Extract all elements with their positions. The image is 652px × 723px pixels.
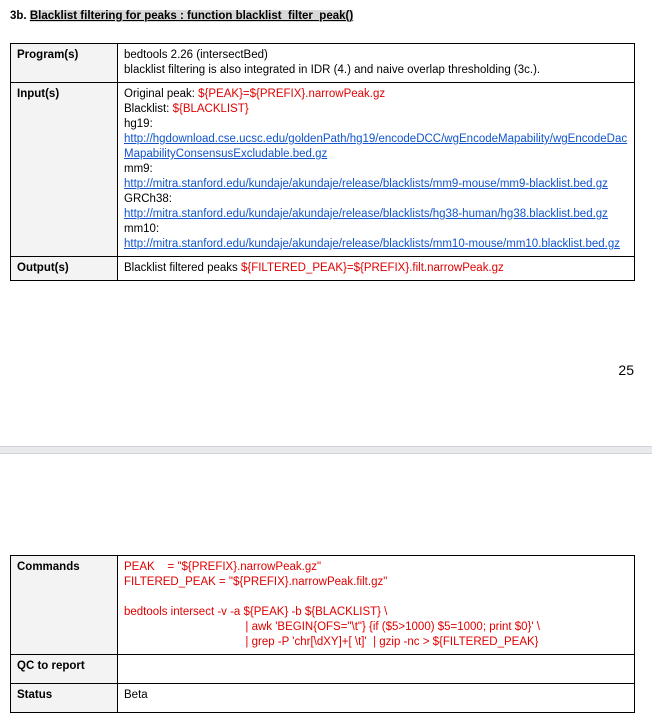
program-line-2: blacklist filtering is also integrated i… xyxy=(124,64,541,76)
table-row-input: Input(s) Original peak: ${PEAK}=${PREFIX… xyxy=(10,82,635,257)
mm9-link[interactable]: http://mitra.stanford.edu/kundaje/akunda… xyxy=(124,178,608,190)
grch38-label: GRCh38: xyxy=(124,193,172,205)
commands-cell: PEAK = "${PREFIX}.narrowPeak.gz" FILTERE… xyxy=(117,555,635,655)
input-label: Input(s) xyxy=(10,82,118,257)
section-title: Blacklist filtering for peaks : function… xyxy=(29,10,354,22)
info-table: Program(s) bedtools 2.26 (intersectBed) … xyxy=(10,43,635,281)
output-label: Output(s) xyxy=(10,256,118,281)
table-row-status: Status Beta xyxy=(10,683,635,713)
commands-text: PEAK = "${PREFIX}.narrowPeak.gz" FILTERE… xyxy=(124,561,541,648)
output-value: ${FILTERED_PEAK}=${PREFIX}.filt.narrowPe… xyxy=(240,262,504,274)
blacklist-label: Blacklist: xyxy=(124,103,173,115)
mm9-label: mm9: xyxy=(124,163,153,175)
hg19-label: hg19: xyxy=(124,118,153,130)
table-row-qc: QC to report xyxy=(10,654,635,684)
program-cell: bedtools 2.26 (intersectBed) blacklist f… xyxy=(117,43,635,83)
hg19-link[interactable]: http://hgdownload.cse.ucsc.edu/goldenPat… xyxy=(124,133,627,160)
blacklist-value: ${BLACKLIST} xyxy=(172,103,249,115)
status-label: Status xyxy=(10,683,118,713)
page-break xyxy=(0,446,652,454)
page-number: 25 xyxy=(618,362,634,378)
commands-table: Commands PEAK = "${PREFIX}.narrowPeak.gz… xyxy=(10,555,635,713)
original-peak-value: ${PEAK}=${PREFIX}.narrowPeak.gz xyxy=(198,88,386,100)
section-number: 3b. xyxy=(10,10,30,22)
status-value: Beta xyxy=(117,683,635,713)
table-row-commands: Commands PEAK = "${PREFIX}.narrowPeak.gz… xyxy=(10,555,635,655)
grch38-link[interactable]: http://mitra.stanford.edu/kundaje/akunda… xyxy=(124,208,608,220)
mm10-link[interactable]: http://mitra.stanford.edu/kundaje/akunda… xyxy=(124,238,620,250)
output-cell: Blacklist filtered peaks ${FILTERED_PEAK… xyxy=(117,256,635,281)
output-text: Blacklist filtered peaks xyxy=(124,262,241,274)
table-row-output: Output(s) Blacklist filtered peaks ${FIL… xyxy=(10,256,635,281)
commands-label: Commands xyxy=(10,555,118,655)
qc-label: QC to report xyxy=(10,654,118,684)
document-page-bottom: Commands PEAK = "${PREFIX}.narrowPeak.gz… xyxy=(0,454,652,723)
qc-value xyxy=(117,654,635,684)
program-label: Program(s) xyxy=(10,43,118,83)
section-heading: 3b. Blacklist filtering for peaks : func… xyxy=(10,10,354,22)
mm10-label: mm10: xyxy=(124,223,160,235)
table-row-program: Program(s) bedtools 2.26 (intersectBed) … xyxy=(10,43,635,83)
program-line-1: bedtools 2.26 (intersectBed) xyxy=(124,49,268,61)
original-peak-label: Original peak: xyxy=(124,88,199,100)
input-cell: Original peak: ${PEAK}=${PREFIX}.narrowP… xyxy=(117,82,635,257)
document-page-top: 3b. Blacklist filtering for peaks : func… xyxy=(0,0,652,446)
